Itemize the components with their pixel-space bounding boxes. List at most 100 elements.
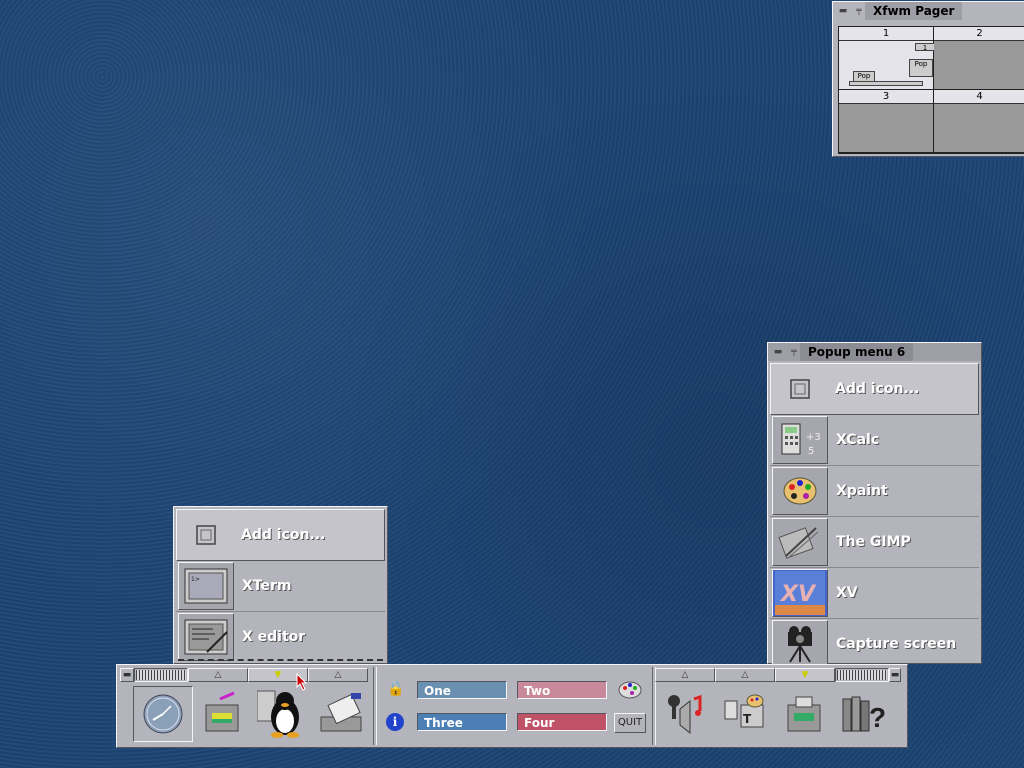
popup-titlebar[interactable]: ▬ ╤ Popup menu 6 xyxy=(768,343,981,361)
popup-menu-list: Add icon... +3 5 XCalc Xpaint The GIMP XV… xyxy=(770,363,979,669)
panel-menu-icon[interactable]: ▬ xyxy=(120,668,134,682)
desktop-launcher[interactable] xyxy=(775,686,833,740)
popup-toggle-6[interactable]: ▼ xyxy=(775,668,835,682)
mini-label: Pop xyxy=(857,72,871,80)
menu-item-capture[interactable]: Capture screen xyxy=(770,619,979,669)
menu-item-label: Capture screen xyxy=(836,636,957,652)
mini-window: 1 xyxy=(915,43,935,52)
chevron-up-icon: △ xyxy=(334,670,342,680)
menu-item-xeditor[interactable]: X editor xyxy=(176,612,385,662)
menu-item-label: The GIMP xyxy=(836,534,911,550)
panel-menu-icon[interactable]: ▬ xyxy=(889,668,901,682)
editor-icon xyxy=(178,613,234,661)
help-icon: ? xyxy=(842,696,886,733)
workspace-one-button[interactable]: One xyxy=(417,681,507,699)
popup-title: Popup menu 6 xyxy=(800,343,914,361)
menu-item-xpaint[interactable]: Xpaint xyxy=(770,466,979,517)
popup-menu-list: Add icon... 1> XTerm X editor xyxy=(176,509,385,662)
sound-launcher[interactable] xyxy=(655,686,713,740)
pager-window: ▬ ╤ Xfwm Pager 1 1 Pop Pop 2 3 4 xyxy=(832,1,1024,157)
panel-grip[interactable] xyxy=(835,668,889,682)
panel-separator xyxy=(373,667,377,745)
palette-button[interactable] xyxy=(617,679,643,705)
panel-top-row-left: ▬ △ ▼ △ xyxy=(120,668,368,682)
chevron-up-icon: △ xyxy=(214,670,222,680)
stick-icon[interactable]: ╤ xyxy=(853,5,865,17)
filemanager-launcher[interactable] xyxy=(193,686,251,740)
menu-icon[interactable]: ▬ xyxy=(772,346,784,358)
menu-item-label: XCalc xyxy=(836,432,880,448)
terminal-icon: 1> xyxy=(178,562,234,610)
svg-text:?: ? xyxy=(869,702,886,733)
menu-item-label: Add icon... xyxy=(835,381,920,397)
popup-toggle-4[interactable]: △ xyxy=(655,668,715,682)
panel-top-row-right: △ △ ▼ ▬ xyxy=(655,668,901,682)
menu-item-label: XV xyxy=(836,585,858,601)
popup-toggle-3[interactable]: △ xyxy=(308,668,368,682)
clock-icon xyxy=(143,694,183,734)
lock-icon[interactable]: 🔒 xyxy=(387,681,404,697)
desk-2[interactable]: 2 xyxy=(934,27,1024,90)
pager-desks: 1 1 Pop Pop 2 3 4 xyxy=(838,26,1024,154)
popup-toggle-5[interactable]: △ xyxy=(715,668,775,682)
svg-text:5: 5 xyxy=(808,446,814,457)
workspace-three-button[interactable]: Three xyxy=(417,713,507,731)
mouse-cursor-icon xyxy=(296,673,308,691)
chevron-up-icon: △ xyxy=(681,670,689,680)
frame-icon xyxy=(179,512,233,558)
quit-button[interactable]: QUIT xyxy=(614,713,646,733)
chevron-up-icon: △ xyxy=(741,670,749,680)
tux-launcher[interactable] xyxy=(253,686,311,740)
menu-item-add-icon[interactable]: Add icon... xyxy=(770,363,979,415)
xfce-panel: ▬ △ ▼ △ 🔒 i One Two Three Four QUIT △ △ … xyxy=(116,664,908,748)
mini-label: 1 xyxy=(922,44,928,52)
help-launcher[interactable]: ? xyxy=(835,686,893,740)
chevron-down-icon: ▼ xyxy=(801,670,809,680)
panel-grip[interactable] xyxy=(134,668,188,682)
settings-launcher[interactable]: T xyxy=(715,686,773,740)
menu-item-label: XTerm xyxy=(242,578,292,594)
desk-label: 3 xyxy=(839,90,933,104)
menu-item-label: X editor xyxy=(242,629,306,645)
desk-label: 1 xyxy=(839,27,933,41)
calculator-icon: +3 5 xyxy=(772,416,828,464)
mini-window: Pop xyxy=(909,59,933,77)
workspace-four-button[interactable]: Four xyxy=(517,713,607,731)
settings-icon: T xyxy=(724,694,764,728)
mail-icon xyxy=(320,693,362,732)
desk-label: 4 xyxy=(934,90,1024,104)
desk-1[interactable]: 1 1 Pop Pop xyxy=(839,27,935,90)
frame-icon xyxy=(773,366,827,412)
pager-titlebar[interactable]: ▬ ╤ Xfwm Pager xyxy=(833,2,1024,20)
mail-launcher[interactable] xyxy=(313,686,371,740)
filemanager-icon xyxy=(205,691,239,732)
tearoff-line[interactable] xyxy=(178,659,383,663)
menu-item-label: Add icon... xyxy=(241,527,326,543)
menu-item-xterm[interactable]: 1> XTerm xyxy=(176,561,385,612)
menu-item-xcalc[interactable]: +3 5 XCalc xyxy=(770,415,979,466)
svg-text:+3: +3 xyxy=(806,432,821,443)
tux-icon xyxy=(257,690,299,738)
palette-icon xyxy=(618,681,642,699)
popup-toggle-1[interactable]: △ xyxy=(188,668,248,682)
popup-menu-6: ▬ ╤ Popup menu 6 Add icon... +3 5 XCalc X… xyxy=(767,342,982,668)
menu-item-gimp[interactable]: The GIMP xyxy=(770,517,979,568)
menu-icon[interactable]: ▬ xyxy=(837,5,849,17)
menu-item-xv[interactable]: XV XV xyxy=(770,568,979,619)
desk-label: 2 xyxy=(934,27,1024,41)
desk-4[interactable]: 4 xyxy=(934,90,1024,153)
info-icon[interactable]: i xyxy=(386,713,404,731)
pager-title: Xfwm Pager xyxy=(865,2,963,20)
mini-panel xyxy=(849,81,923,86)
workspace-two-button[interactable]: Two xyxy=(517,681,607,699)
clock-launcher[interactable] xyxy=(133,686,193,742)
desk-3[interactable]: 3 xyxy=(839,90,934,153)
stick-icon[interactable]: ╤ xyxy=(788,346,800,358)
xv-icon: XV xyxy=(772,569,828,617)
menu-item-add-icon[interactable]: Add icon... xyxy=(176,509,385,561)
gimp-icon xyxy=(772,518,828,566)
svg-text:1>: 1> xyxy=(191,576,200,583)
chevron-down-icon: ▼ xyxy=(274,670,282,680)
mini-label: Pop xyxy=(914,60,928,68)
panel-popup-menu: Add icon... 1> XTerm X editor xyxy=(173,506,388,664)
